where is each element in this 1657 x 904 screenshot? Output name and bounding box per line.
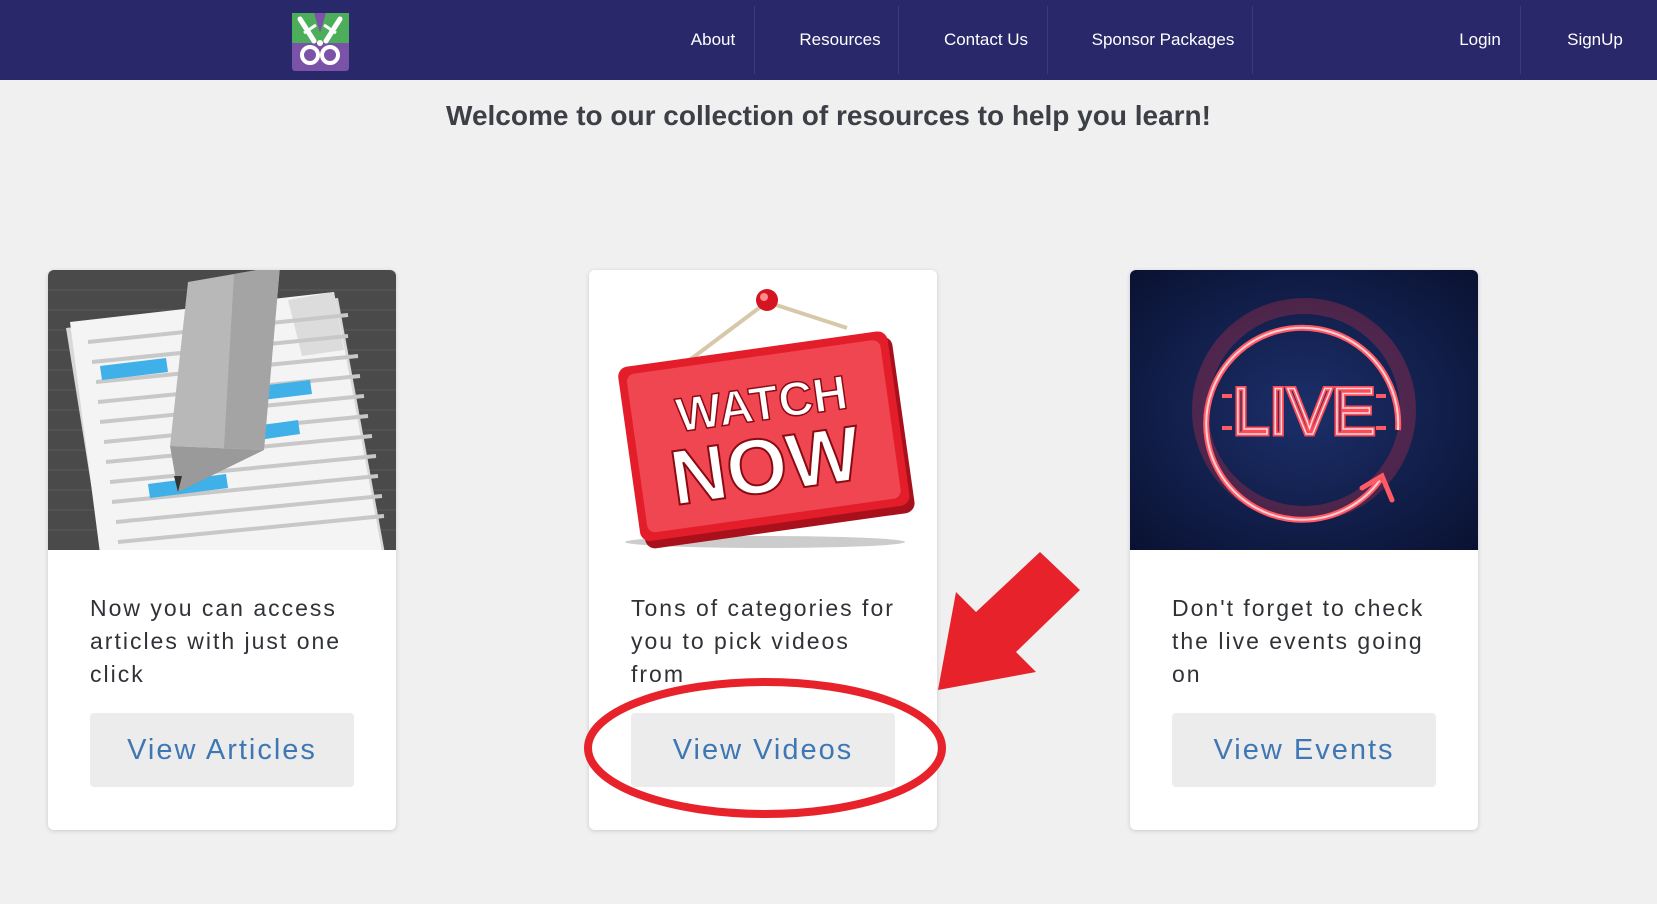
view-events-button[interactable]: View Events bbox=[1172, 713, 1436, 787]
nav-divider bbox=[898, 6, 899, 74]
nav-contact-us[interactable]: Contact Us bbox=[926, 0, 1046, 80]
nav-sponsor-packages[interactable]: Sponsor Packages bbox=[1078, 0, 1248, 80]
red-arrow-icon bbox=[938, 552, 1080, 690]
card-description: Now you can access articles with just on… bbox=[90, 595, 342, 687]
nav-resources[interactable]: Resources bbox=[780, 0, 900, 80]
nav-signup[interactable]: SignUp bbox=[1550, 0, 1640, 80]
watch-now-sign-icon: WATCH NOW bbox=[589, 270, 937, 550]
card-description: Tons of categories for you to pick video… bbox=[631, 595, 895, 687]
nav-divider bbox=[1520, 6, 1521, 74]
nav-divider bbox=[1252, 6, 1253, 74]
scissors-logo-icon[interactable] bbox=[292, 13, 349, 71]
articles-card: Now you can access articles with just on… bbox=[48, 270, 396, 830]
view-articles-button[interactable]: View Articles bbox=[90, 713, 354, 787]
top-navbar: About Resources Contact Us Sponsor Packa… bbox=[0, 0, 1657, 80]
card-description: Don't forget to check the live events go… bbox=[1172, 595, 1425, 687]
events-card: LIVE LIVE Don't forget to check the live… bbox=[1130, 270, 1478, 830]
view-videos-button[interactable]: View Videos bbox=[631, 713, 895, 787]
nav-about[interactable]: About bbox=[672, 0, 754, 80]
nav-divider bbox=[754, 6, 755, 74]
videos-card: WATCH NOW Tons of categories for you to … bbox=[589, 270, 937, 830]
nav-login[interactable]: Login bbox=[1440, 0, 1520, 80]
page-title: Welcome to our collection of resources t… bbox=[446, 100, 1211, 131]
nav-divider bbox=[1047, 6, 1048, 74]
live-neon-icon: LIVE LIVE bbox=[1130, 270, 1478, 550]
live-text-glow: LIVE bbox=[1232, 374, 1375, 448]
article-document-pen-icon bbox=[48, 270, 396, 590]
